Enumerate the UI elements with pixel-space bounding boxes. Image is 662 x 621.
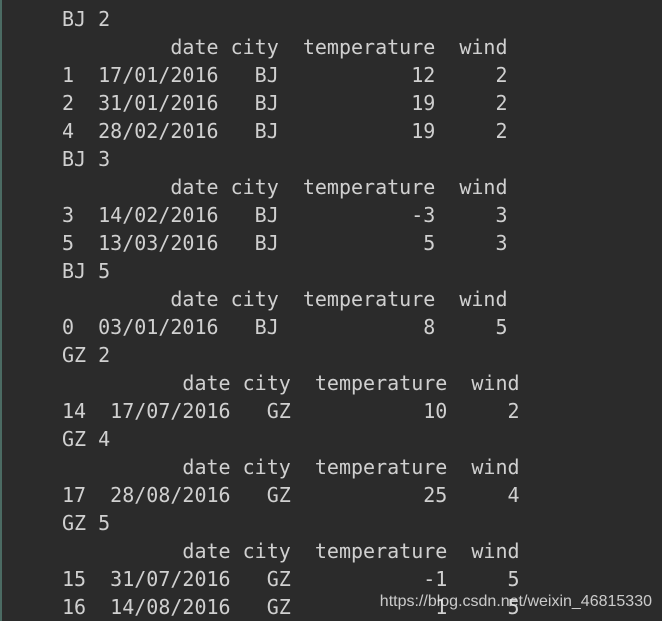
group-label: GZ 2 bbox=[62, 343, 111, 367]
watermark: https://blog.csdn.net/weixin_46815330 bbox=[379, 593, 652, 610]
table-header: date city temperature wind bbox=[62, 455, 520, 479]
group-label: GZ 5 bbox=[62, 511, 111, 535]
table-row: 0 03/01/2016 BJ 8 5 bbox=[62, 315, 508, 339]
table-row: 14 17/07/2016 GZ 10 2 bbox=[62, 399, 520, 423]
table-row: 15 31/07/2016 GZ -1 5 bbox=[62, 567, 520, 591]
table-header: date city temperature wind bbox=[62, 175, 508, 199]
table-header: date city temperature wind bbox=[62, 35, 508, 59]
table-row: 2 31/01/2016 BJ 19 2 bbox=[62, 91, 508, 115]
panel-edge bbox=[0, 0, 2, 621]
table-header: date city temperature wind bbox=[62, 371, 520, 395]
console-output: BJ 2 date city temperature wind 1 17/01/2… bbox=[62, 5, 520, 621]
table-row: 1 17/01/2016 BJ 12 2 bbox=[62, 63, 508, 87]
group-label: BJ 2 bbox=[62, 7, 111, 31]
table-row: 17 28/08/2016 GZ 25 4 bbox=[62, 483, 520, 507]
group-label: BJ 5 bbox=[62, 259, 111, 283]
table-row: 4 28/02/2016 BJ 19 2 bbox=[62, 119, 508, 143]
table-row: 3 14/02/2016 BJ -3 3 bbox=[62, 203, 508, 227]
group-label: BJ 3 bbox=[62, 147, 111, 171]
group-label: GZ 4 bbox=[62, 427, 111, 451]
table-row: 5 13/03/2016 BJ 5 3 bbox=[62, 231, 508, 255]
table-header: date city temperature wind bbox=[62, 539, 520, 563]
table-header: date city temperature wind bbox=[62, 287, 508, 311]
